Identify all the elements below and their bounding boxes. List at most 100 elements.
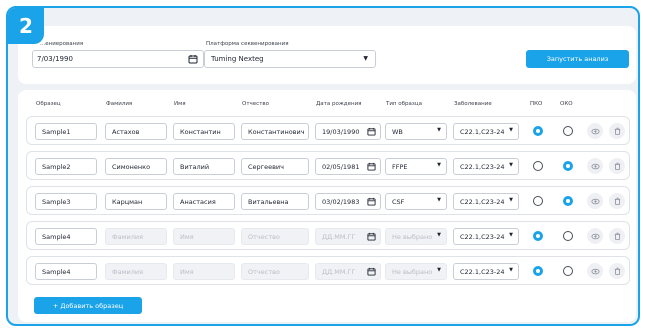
calendar-icon[interactable]: [367, 162, 376, 173]
caret-down-icon: ▼: [437, 162, 441, 168]
sample-field[interactable]: Sample1: [35, 123, 97, 140]
type-field[interactable]: Не выбрано ▼: [385, 263, 447, 280]
type-field[interactable]: FFPE ▼: [385, 158, 447, 175]
middle-field[interactable]: Константинович: [241, 123, 309, 140]
calendar-icon[interactable]: [367, 127, 376, 138]
disease-field[interactable]: C22.1,C23-24 ▼: [453, 158, 519, 175]
pko-radio[interactable]: [533, 231, 543, 241]
type-value: Не выбрано: [392, 267, 433, 276]
trash-icon[interactable]: [609, 123, 625, 139]
eye-icon[interactable]: [587, 158, 603, 174]
column-header: Образец: [36, 101, 61, 107]
column-header: Фамилия: [106, 101, 133, 107]
sample-value: Sample3: [42, 197, 71, 206]
first-value: Виталий: [180, 162, 210, 171]
middle-field[interactable]: Отчество: [241, 263, 309, 280]
oko-radio[interactable]: [563, 161, 573, 171]
disease-field[interactable]: C22.1,C23-24 ▼: [453, 228, 519, 245]
middle-field[interactable]: Отчество: [241, 228, 309, 245]
sample-value: Sample2: [42, 162, 71, 171]
pko-radio[interactable]: [533, 196, 543, 206]
sample-field[interactable]: Sample2: [35, 158, 97, 175]
calendar-icon[interactable]: [367, 232, 376, 243]
sample-value: Sample4: [42, 267, 71, 276]
caret-down-icon: ▼: [509, 232, 513, 238]
middle-field[interactable]: Витальевна: [241, 193, 309, 210]
run-analysis-button[interactable]: Запустить анализ: [526, 50, 629, 68]
first-field[interactable]: Имя: [173, 263, 235, 280]
platform-label: Платформа секвенирования: [206, 41, 289, 47]
date-field[interactable]: 02/05/1981: [315, 158, 381, 175]
sequencing-date-field[interactable]: 7/03/1990: [32, 50, 204, 68]
pko-radio[interactable]: [533, 266, 543, 276]
caret-down-icon: ▼: [509, 267, 513, 273]
disease-value: C22.1,C23-24: [460, 232, 505, 241]
calendar-icon[interactable]: [188, 54, 198, 64]
eye-icon[interactable]: [587, 263, 603, 279]
column-header: ПКО: [530, 101, 543, 107]
oko-radio[interactable]: [563, 196, 573, 206]
disease-value: C22.1,C23-24: [460, 267, 505, 276]
eye-icon[interactable]: [587, 228, 603, 244]
first-value: Имя: [180, 267, 194, 276]
date-field[interactable]: ДД.ММ.ГГ: [315, 228, 381, 245]
eye-icon[interactable]: [587, 193, 603, 209]
oko-radio[interactable]: [563, 126, 573, 136]
calendar-icon[interactable]: [367, 197, 376, 208]
middle-field[interactable]: Сергеевич: [241, 158, 309, 175]
date-field[interactable]: ДД.ММ.ГГ: [315, 263, 381, 280]
first-field[interactable]: Имя: [173, 228, 235, 245]
type-field[interactable]: Не выбрано ▼: [385, 228, 447, 245]
first-field[interactable]: Константин: [173, 123, 235, 140]
pko-radio[interactable]: [533, 161, 543, 171]
column-header: ОКО: [560, 101, 573, 107]
sample-field[interactable]: Sample3: [35, 193, 97, 210]
platform-select[interactable]: Tuming Nexteg ▼: [204, 50, 376, 68]
middle-value: Сергеевич: [248, 162, 284, 171]
eye-icon[interactable]: [587, 123, 603, 139]
add-sample-button[interactable]: + Добавить образец: [34, 297, 142, 314]
date-value: ДД.ММ.ГГ: [322, 232, 356, 241]
last-value: Фамилия: [112, 232, 143, 241]
middle-value: Константинович: [248, 127, 305, 136]
calendar-icon[interactable]: [367, 267, 376, 278]
disease-field[interactable]: C22.1,C23-24 ▼: [453, 193, 519, 210]
caret-down-icon: ▼: [363, 55, 368, 62]
platform-value: Tuming Nexteg: [211, 55, 264, 63]
caret-down-icon: ▼: [437, 127, 441, 133]
disease-field[interactable]: C22.1,C23-24 ▼: [453, 123, 519, 140]
trash-icon[interactable]: [609, 263, 625, 279]
oko-radio[interactable]: [563, 231, 573, 241]
caret-down-icon: ▼: [437, 232, 441, 238]
last-field[interactable]: Фамилия: [105, 263, 167, 280]
sample-value: Sample1: [42, 127, 71, 136]
trash-icon[interactable]: [609, 158, 625, 174]
last-value: Астахов: [112, 127, 140, 136]
table-row: Sample4 Фамилия Имя Отчество ДД.ММ.ГГ Не выбр…: [26, 256, 630, 285]
last-field[interactable]: Карцман: [105, 193, 167, 210]
last-field[interactable]: Астахов: [105, 123, 167, 140]
oko-radio[interactable]: [563, 266, 573, 276]
type-field[interactable]: WB ▼: [385, 123, 447, 140]
type-field[interactable]: CSF ▼: [385, 193, 447, 210]
type-value: FFPE: [392, 162, 408, 171]
first-field[interactable]: Виталий: [173, 158, 235, 175]
step-panel: 2 ...ениерования Платформа секвенировани…: [6, 6, 640, 326]
disease-field[interactable]: C22.1,C23-24 ▼: [453, 263, 519, 280]
sample-field[interactable]: Sample4: [35, 263, 97, 280]
type-value: Не выбрано: [392, 232, 433, 241]
type-value: WB: [392, 127, 403, 136]
date-field[interactable]: 19/03/1990: [315, 123, 381, 140]
middle-value: Витальевна: [248, 197, 289, 206]
trash-icon[interactable]: [609, 193, 625, 209]
last-field[interactable]: Симоненко: [105, 158, 167, 175]
caret-down-icon: ▼: [509, 127, 513, 133]
date-field[interactable]: 03/02/1983: [315, 193, 381, 210]
sample-field[interactable]: Sample4: [35, 228, 97, 245]
pko-radio[interactable]: [533, 126, 543, 136]
trash-icon[interactable]: [609, 228, 625, 244]
first-field[interactable]: Анастасия: [173, 193, 235, 210]
last-field[interactable]: Фамилия: [105, 228, 167, 245]
sequencing-date-value: 7/03/1990: [37, 55, 73, 63]
last-value: Карцман: [112, 197, 143, 206]
